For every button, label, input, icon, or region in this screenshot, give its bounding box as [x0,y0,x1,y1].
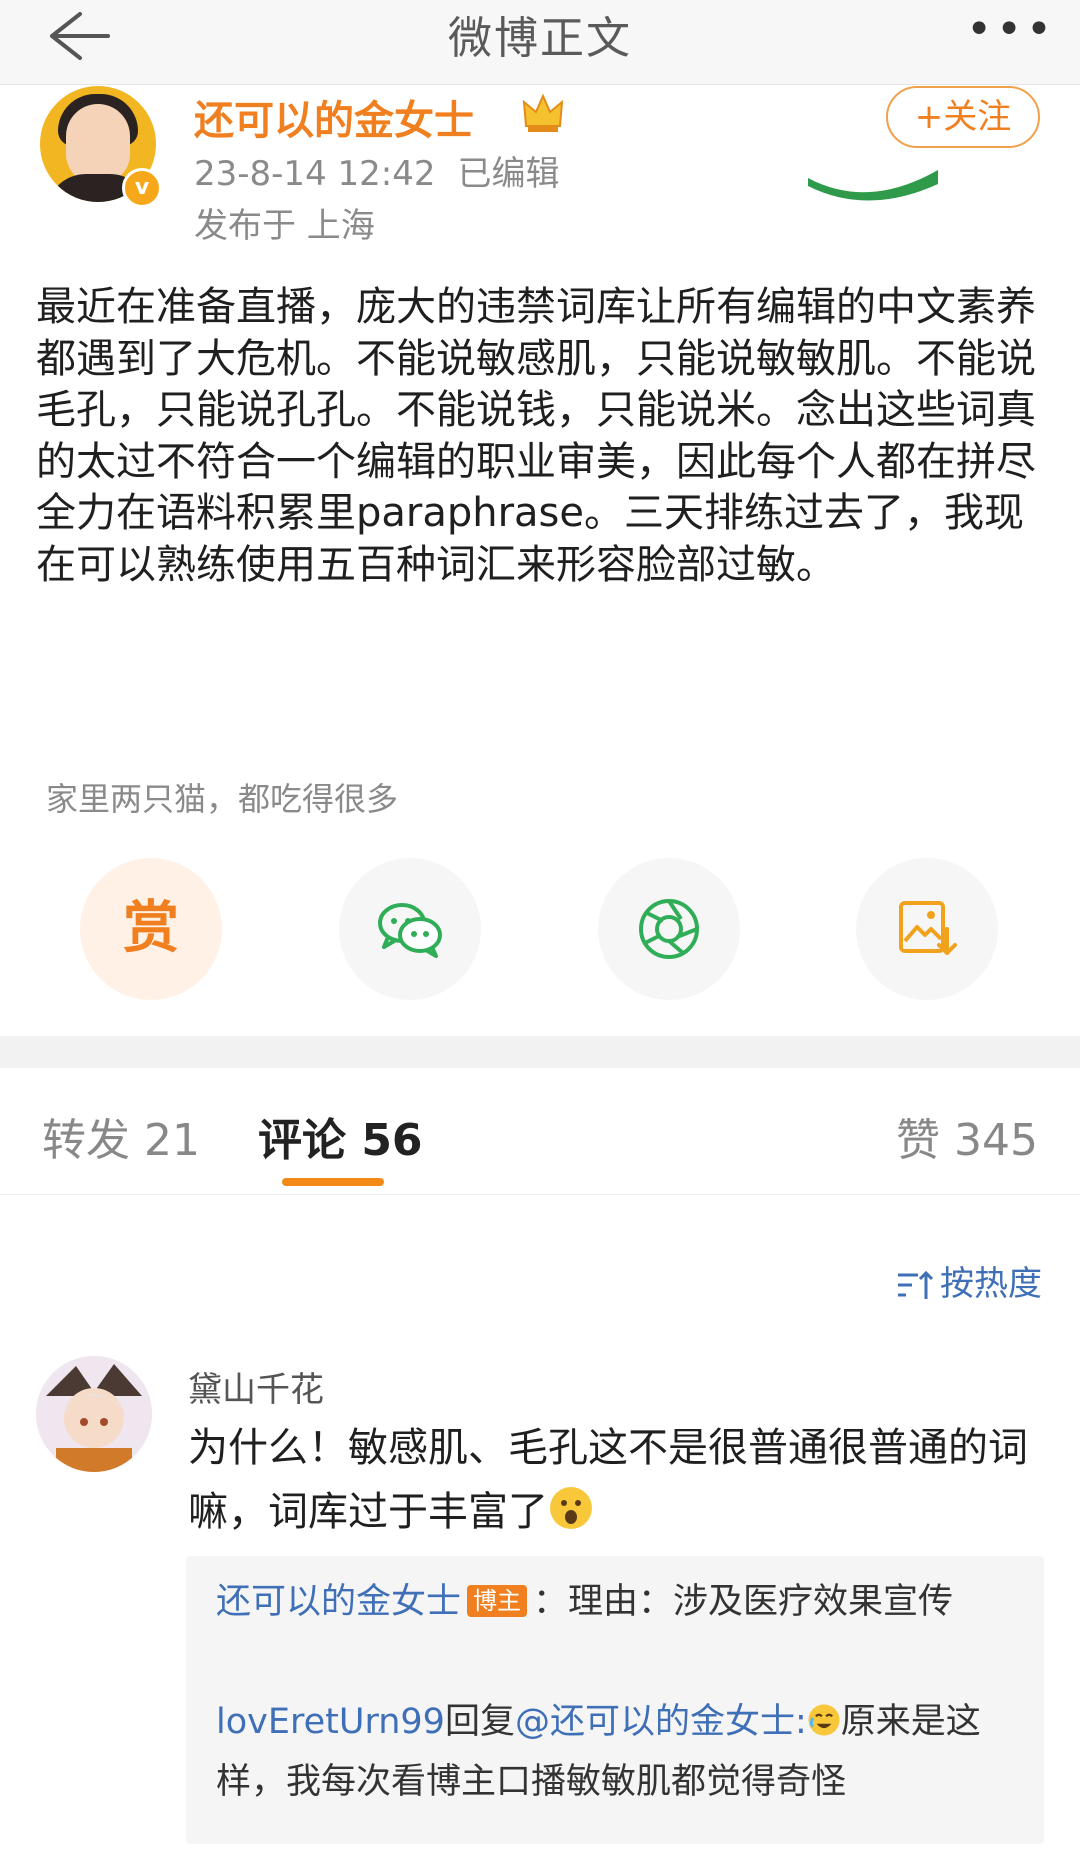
author-tag: 博主 [467,1585,528,1617]
section-divider [0,1036,1080,1068]
interaction-tabs: 转发 21 评论 56 赞 345 [0,1068,1080,1195]
reward-icon: 赏 [123,896,179,961]
comment-text: 为什么！敏感肌、毛孔这不是很普通很普通的词嘛，词库过于丰富了 [188,1425,1028,1535]
reply-item: lovEretUrn99回复@还可以的金女士: 原来是这样，我每次看博主口播敏敏… [216,1692,1016,1812]
page-title: 微博正文 [448,13,632,64]
post-location: 发布于 上海 [194,206,375,246]
reply-item: 还可以的金女士 博主 ：理由：涉及医疗效果宣传 [216,1572,1016,1632]
anime-avatar-icon [36,1356,152,1472]
post-text: 最近在准备直播，庞大的违禁词库让所有编辑的中文素养都遇到了大危机。不能说敏感肌，… [36,284,1036,588]
commenter-avatar[interactable] [36,1356,152,1472]
post-tail: 家里两只猫，都吃得很多 [46,780,399,818]
reward-button[interactable]: 赏 [80,858,222,1000]
reply-mention[interactable]: @还可以的金女士: [515,1702,807,1742]
sort-icon [898,1270,934,1299]
edited-label: 已编辑 [457,154,560,194]
reply-user[interactable]: lovEretUrn99 [216,1702,445,1742]
tab-likes[interactable]: 赞 345 [896,1104,1038,1168]
save-image-icon [899,901,957,955]
author-name[interactable]: 还可以的金女士 [194,88,474,146]
share-actions: 赏 [80,858,1000,1002]
save-image-button[interactable] [856,858,998,1000]
active-tab-indicator [282,1178,384,1186]
reply-user[interactable]: 还可以的金女士 [216,1582,461,1622]
card-decoration-icon [808,170,938,201]
wechat-icon [378,903,442,958]
post-time: 23-8-14 12:42 [194,154,436,194]
verified-badge-icon: v [122,168,162,208]
post-meta: 23-8-14 12:42 已编辑 [194,146,560,195]
sort-label: 按热度 [940,1264,1042,1304]
top-nav-bar: 微博正文 ••• [0,0,1080,85]
follow-button[interactable]: +关注 [886,86,1040,148]
laugh-cry-emoji-icon [808,1704,840,1736]
sort-toggle[interactable]: 按热度 [896,1256,1042,1305]
reply-box[interactable]: 还可以的金女士 博主 ：理由：涉及医疗效果宣传 lovEretUrn99回复@还可以… [186,1556,1044,1844]
tab-comments[interactable]: 评论 56 [258,1104,423,1168]
member-crown-icon [522,93,564,132]
tab-reposts[interactable]: 转发 21 [42,1104,200,1168]
share-moments-button[interactable] [598,858,740,1000]
reply-text: ：理由：涉及医疗效果宣传 [533,1582,954,1622]
author-header: v 还可以的金女士 23-8-14 12:42 已编辑 发布于 上海 +关注 [40,86,1040,256]
share-wechat-button[interactable] [339,858,481,1000]
more-options-icon[interactable]: ••• [966,4,1056,55]
shocked-face-emoji-icon [550,1487,592,1529]
moments-icon [639,899,699,959]
reply-word: 回复 [444,1702,515,1742]
commenter-name[interactable]: 黛山千花 [188,1362,324,1411]
